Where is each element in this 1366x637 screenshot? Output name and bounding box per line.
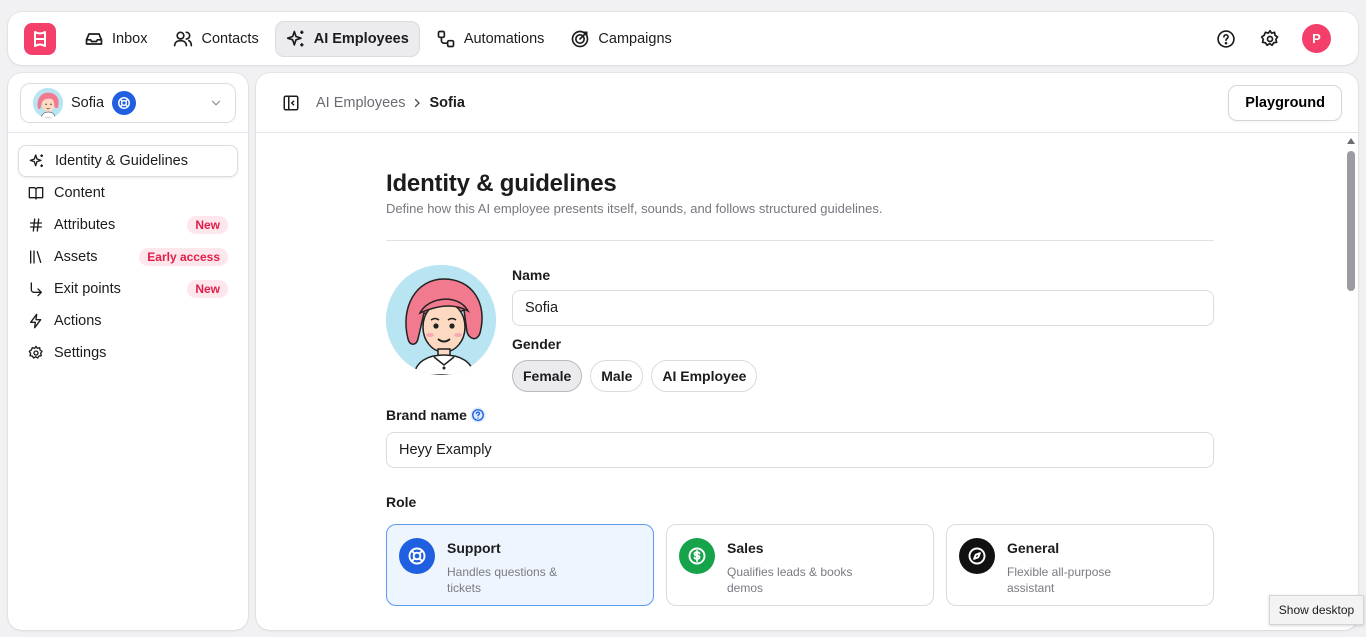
contacts-icon <box>173 29 193 49</box>
chevron-down-icon <box>209 96 223 110</box>
role-description: Flexible all-purpose assistant <box>1007 565 1112 595</box>
logo-icon <box>34 30 46 47</box>
scrollbar[interactable] <box>1346 137 1355 627</box>
role-title: Support <box>447 540 501 556</box>
role-label: Role <box>386 494 417 510</box>
section-divider <box>386 240 1214 241</box>
main-header: AI Employees Sofia Playground <box>256 73 1358 133</box>
new-badge: New <box>187 280 228 298</box>
sidebar-item-settings[interactable]: Settings <box>18 337 238 369</box>
corner-arrow-icon <box>28 281 44 297</box>
sidebar: Sofia Identity & Guidelines Content Attr… <box>8 73 248 630</box>
sidebar-item-attributes[interactable]: Attributes New <box>18 209 238 241</box>
gender-options: Female Male AI Employee <box>512 360 758 392</box>
nav-inbox[interactable]: Inbox <box>74 21 157 57</box>
employee-avatar[interactable] <box>386 265 496 375</box>
nav-ai-employees[interactable]: AI Employees <box>274 20 420 57</box>
hash-icon <box>28 217 44 233</box>
app-logo[interactable] <box>24 22 56 55</box>
gender-option-female[interactable]: Female <box>512 360 583 392</box>
sidebar-item-content[interactable]: Content <box>18 177 238 209</box>
gender-option-male[interactable]: Male <box>590 360 644 392</box>
library-icon <box>28 249 44 265</box>
sparkles-icon <box>286 29 306 49</box>
sidebar-item-label: Identity & Guidelines <box>55 153 188 169</box>
bolt-icon <box>28 313 44 329</box>
sidebar-item-label: Settings <box>54 345 107 361</box>
sidebar-item-label: Attributes <box>54 217 116 233</box>
playground-button[interactable]: Playground <box>1228 84 1342 121</box>
role-card-general[interactable]: General Flexible all-purpose assistant <box>946 524 1214 606</box>
show-desktop-button[interactable]: Show desktop <box>1269 595 1364 625</box>
gear-icon[interactable] <box>1258 27 1282 51</box>
sidebar-item-exit-points[interactable]: Exit points New <box>18 273 238 305</box>
role-card-support[interactable]: Support Handles questions & tickets <box>386 524 654 606</box>
page-subtitle: Define how this AI employee presents its… <box>386 201 883 216</box>
top-nav: Inbox Contacts AI Employees Automations … <box>8 12 1358 65</box>
brand-name-input[interactable] <box>386 432 1214 468</box>
target-icon <box>570 29 590 49</box>
breadcrumb-current: Sofia <box>429 94 465 111</box>
user-avatar[interactable]: P <box>1302 24 1331 53</box>
book-icon <box>28 185 44 201</box>
lifebuoy-icon <box>112 91 137 115</box>
employee-selector[interactable]: Sofia <box>20 83 236 123</box>
chevron-right-icon <box>411 97 423 109</box>
sidebar-toggle-icon[interactable] <box>282 94 300 112</box>
brand-name-label: Brand name <box>386 407 467 423</box>
employee-avatar <box>33 88 63 118</box>
sidebar-item-label: Exit points <box>54 281 121 297</box>
breadcrumb-parent[interactable]: AI Employees <box>316 95 405 111</box>
automations-icon <box>436 29 456 49</box>
role-description: Handles questions & tickets <box>447 565 558 595</box>
nav-contacts[interactable]: Contacts <box>163 21 268 57</box>
name-label: Name <box>512 267 551 283</box>
sidebar-item-identity[interactable]: Identity & Guidelines <box>18 145 238 177</box>
help-icon[interactable] <box>1214 27 1238 51</box>
sparkles-icon <box>29 153 45 169</box>
nav-label: Contacts <box>201 30 259 47</box>
breadcrumb: AI Employees Sofia <box>316 95 465 111</box>
new-badge: New <box>187 216 228 234</box>
gender-option-ai-employee[interactable]: AI Employee <box>651 360 758 392</box>
sidebar-item-label: Assets <box>54 249 98 265</box>
role-description: Qualifies leads & books demos <box>727 565 853 595</box>
dollar-icon <box>679 538 715 574</box>
help-circle-icon[interactable] <box>469 406 487 424</box>
scroll-thumb[interactable] <box>1347 151 1355 291</box>
employee-name: Sofia <box>71 95 105 111</box>
nav-label: Campaigns <box>598 30 672 47</box>
sidebar-item-actions[interactable]: Actions <box>18 305 238 337</box>
nav-label: AI Employees <box>313 30 409 47</box>
gear-icon <box>28 345 44 361</box>
role-options: Support Handles questions & tickets Sale… <box>386 524 1214 606</box>
role-title: Sales <box>727 540 764 556</box>
gender-label: Gender <box>512 336 562 352</box>
nav-automations[interactable]: Automations <box>426 21 555 57</box>
nav-label: Inbox <box>112 30 148 47</box>
lifebuoy-icon <box>399 538 435 574</box>
sidebar-menu: Identity & Guidelines Content Attributes… <box>18 145 238 369</box>
main-panel: AI Employees Sofia Playground Identity &… <box>256 73 1358 630</box>
role-card-sales[interactable]: Sales Qualifies leads & books demos <box>666 524 934 606</box>
sidebar-divider <box>8 132 248 133</box>
sidebar-item-assets[interactable]: Assets Early access <box>18 241 238 273</box>
scroll-up-icon[interactable] <box>1346 137 1355 145</box>
name-input[interactable] <box>512 290 1214 326</box>
nav-campaigns[interactable]: Campaigns <box>560 21 681 57</box>
role-title: General <box>1007 540 1060 556</box>
sidebar-item-label: Content <box>54 185 105 201</box>
sidebar-item-label: Actions <box>54 313 102 329</box>
early-access-badge: Early access <box>139 248 228 266</box>
inbox-icon <box>84 29 104 49</box>
compass-icon <box>959 538 995 574</box>
nav-label: Automations <box>463 30 545 47</box>
page-title: Identity & guidelines <box>386 170 617 197</box>
